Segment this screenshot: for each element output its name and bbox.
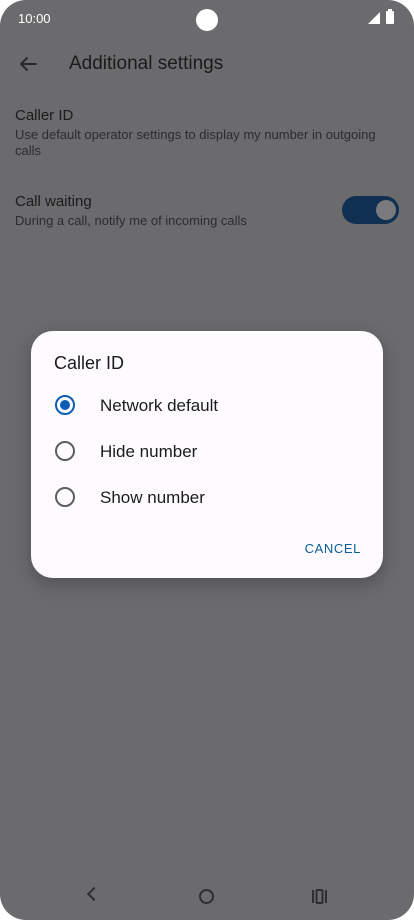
- app-bar: Additional settings: [0, 40, 414, 88]
- front-camera: [196, 9, 218, 31]
- radio-unselected-icon[interactable]: [55, 487, 75, 507]
- status-time: 10:00: [18, 11, 51, 26]
- setting-subtitle: Use default operator settings to display…: [15, 127, 376, 158]
- caller-id-dialog: Caller ID Network default Hide number Sh…: [31, 331, 383, 578]
- status-bar: 10:00: [0, 0, 414, 36]
- navigation-bar: [0, 876, 414, 916]
- radio-selected-icon[interactable]: [55, 395, 75, 415]
- dialog-title: Caller ID: [54, 353, 125, 373]
- option-label: Show number: [100, 488, 205, 507]
- setting-call-waiting[interactable]: Call waiting During a call, notify me of…: [15, 193, 335, 229]
- home-icon[interactable]: [199, 889, 214, 904]
- page-title: Additional settings: [69, 53, 224, 74]
- setting-caller-id[interactable]: Caller ID Use default operator settings …: [15, 107, 399, 159]
- phone-screen: 10:00 Additional settings Caller ID Use …: [0, 0, 414, 920]
- back-icon[interactable]: [86, 886, 102, 902]
- option-show-number[interactable]: Show number: [55, 482, 355, 512]
- status-icons: [368, 9, 394, 24]
- option-hide-number[interactable]: Hide number: [55, 436, 355, 466]
- signal-icon: [368, 11, 380, 24]
- option-network-default[interactable]: Network default: [55, 390, 355, 420]
- call-waiting-toggle[interactable]: [342, 196, 399, 224]
- battery-icon: [386, 9, 394, 24]
- toggle-knob: [376, 200, 396, 220]
- cancel-button[interactable]: CANCEL: [305, 541, 361, 556]
- radio-unselected-icon[interactable]: [55, 441, 75, 461]
- setting-title: Call waiting: [15, 193, 92, 210]
- option-label: Network default: [100, 396, 219, 415]
- setting-subtitle: During a call, notify me of incoming cal…: [15, 213, 247, 228]
- recents-icon[interactable]: [311, 889, 328, 904]
- setting-title: Caller ID: [15, 107, 74, 124]
- option-label: Hide number: [100, 442, 198, 461]
- arrow-left-icon[interactable]: [16, 52, 40, 76]
